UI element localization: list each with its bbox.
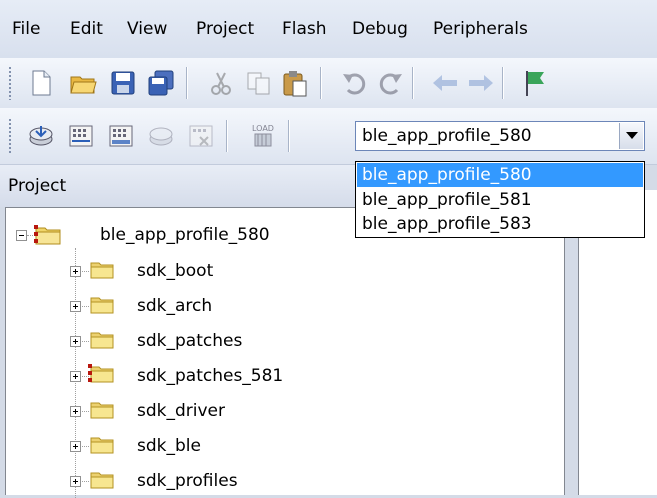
paste-icon[interactable] xyxy=(280,68,310,98)
project-root-icon xyxy=(34,224,61,245)
svg-text:LOAD: LOAD xyxy=(252,124,274,133)
rebuild-icon[interactable] xyxy=(106,121,136,151)
tree-root-label: ble_app_profile_580 xyxy=(100,225,270,245)
tree-item-sdk-patches[interactable]: sdk_patches xyxy=(6,327,561,355)
target-dropdown-list: ble_app_profile_580 ble_app_profile_581 … xyxy=(355,161,645,238)
target-option-583[interactable]: ble_app_profile_583 xyxy=(357,212,643,236)
project-panel-title: Project xyxy=(8,176,67,196)
target-select-value: ble_app_profile_580 xyxy=(362,126,532,146)
target-dropdown-button[interactable] xyxy=(619,123,643,149)
toolbar-grip[interactable] xyxy=(8,66,12,100)
toolbar-separator xyxy=(412,67,414,99)
folder-excluded-icon xyxy=(88,363,114,383)
batch-build-icon[interactable] xyxy=(146,121,176,151)
expand-icon[interactable] xyxy=(70,476,81,487)
toolbar-separator xyxy=(226,120,228,152)
toolbar-separator xyxy=(320,67,322,99)
target-option-581[interactable]: ble_app_profile_581 xyxy=(357,188,643,212)
expand-icon[interactable] xyxy=(70,266,81,277)
folder-icon xyxy=(90,435,114,455)
tree-item-label: sdk_patches xyxy=(137,331,243,351)
menu-project[interactable]: Project xyxy=(196,18,254,40)
target-select[interactable]: ble_app_profile_580 xyxy=(355,121,645,151)
folder-icon xyxy=(90,400,114,420)
folder-icon xyxy=(90,295,114,315)
build-icon[interactable] xyxy=(66,121,96,151)
tree-item-label: sdk_patches_581 xyxy=(137,366,284,386)
toolbar-separator xyxy=(502,67,504,99)
toolbar-grip[interactable] xyxy=(8,118,12,154)
collapse-icon[interactable] xyxy=(16,230,27,241)
menu-flash[interactable]: Flash xyxy=(282,18,327,40)
folder-icon xyxy=(90,470,114,490)
bookmark-flag-icon[interactable] xyxy=(520,68,550,98)
tree-item-sdk-ble[interactable]: sdk_ble xyxy=(6,432,561,460)
panel-splitter[interactable] xyxy=(565,207,578,495)
tree-item-sdk-driver[interactable]: sdk_driver xyxy=(6,397,561,425)
tree-item-label: sdk_arch xyxy=(137,296,213,316)
standard-toolbar xyxy=(0,58,657,109)
redo-icon[interactable] xyxy=(375,68,405,98)
tree-item-sdk-profiles[interactable]: sdk_profiles xyxy=(6,467,561,495)
cut-icon[interactable] xyxy=(206,68,236,98)
save-all-icon[interactable] xyxy=(146,68,176,98)
expand-icon[interactable] xyxy=(70,301,81,312)
tree-item-sdk-boot[interactable]: sdk_boot xyxy=(6,257,561,285)
folder-icon xyxy=(90,260,114,280)
expand-icon[interactable] xyxy=(70,336,81,347)
new-file-icon[interactable] xyxy=(26,68,56,98)
project-tree[interactable]: ble_app_profile_580 sdk_boot sdk_arch sd… xyxy=(5,207,565,498)
expand-icon[interactable] xyxy=(70,371,81,382)
menu-edit[interactable]: Edit xyxy=(70,18,103,40)
navigate-forward-icon[interactable] xyxy=(466,68,496,98)
folder-icon xyxy=(90,330,114,350)
undo-icon[interactable] xyxy=(340,68,370,98)
menu-bar: File Edit View Project Flash Debug Perip… xyxy=(0,0,657,58)
copy-icon[interactable] xyxy=(244,68,274,98)
tree-item-label: sdk_driver xyxy=(137,401,226,421)
menu-debug[interactable]: Debug xyxy=(352,18,408,40)
toolbar-separator xyxy=(288,120,290,152)
tree-item-label: sdk_ble xyxy=(137,436,201,456)
navigate-back-icon[interactable] xyxy=(430,68,460,98)
toolbar-separator xyxy=(186,67,188,99)
menu-view[interactable]: View xyxy=(127,18,167,40)
target-option-580[interactable]: ble_app_profile_580 xyxy=(357,163,643,187)
chevron-down-icon xyxy=(626,132,638,139)
tree-item-sdk-patches-581[interactable]: sdk_patches_581 xyxy=(6,362,561,390)
translate-icon[interactable] xyxy=(26,121,56,151)
expand-icon[interactable] xyxy=(70,406,81,417)
tree-item-label: sdk_profiles xyxy=(137,471,238,491)
stop-build-icon[interactable] xyxy=(186,121,216,151)
open-folder-icon[interactable] xyxy=(68,68,98,98)
menu-peripherals[interactable]: Peripherals xyxy=(433,18,528,40)
tree-item-sdk-arch[interactable]: sdk_arch xyxy=(6,292,561,320)
save-icon[interactable] xyxy=(108,68,138,98)
menu-file[interactable]: File xyxy=(12,18,40,40)
expand-icon[interactable] xyxy=(70,441,81,452)
download-load-icon[interactable]: LOAD xyxy=(248,121,278,151)
tree-item-label: sdk_boot xyxy=(137,261,214,281)
